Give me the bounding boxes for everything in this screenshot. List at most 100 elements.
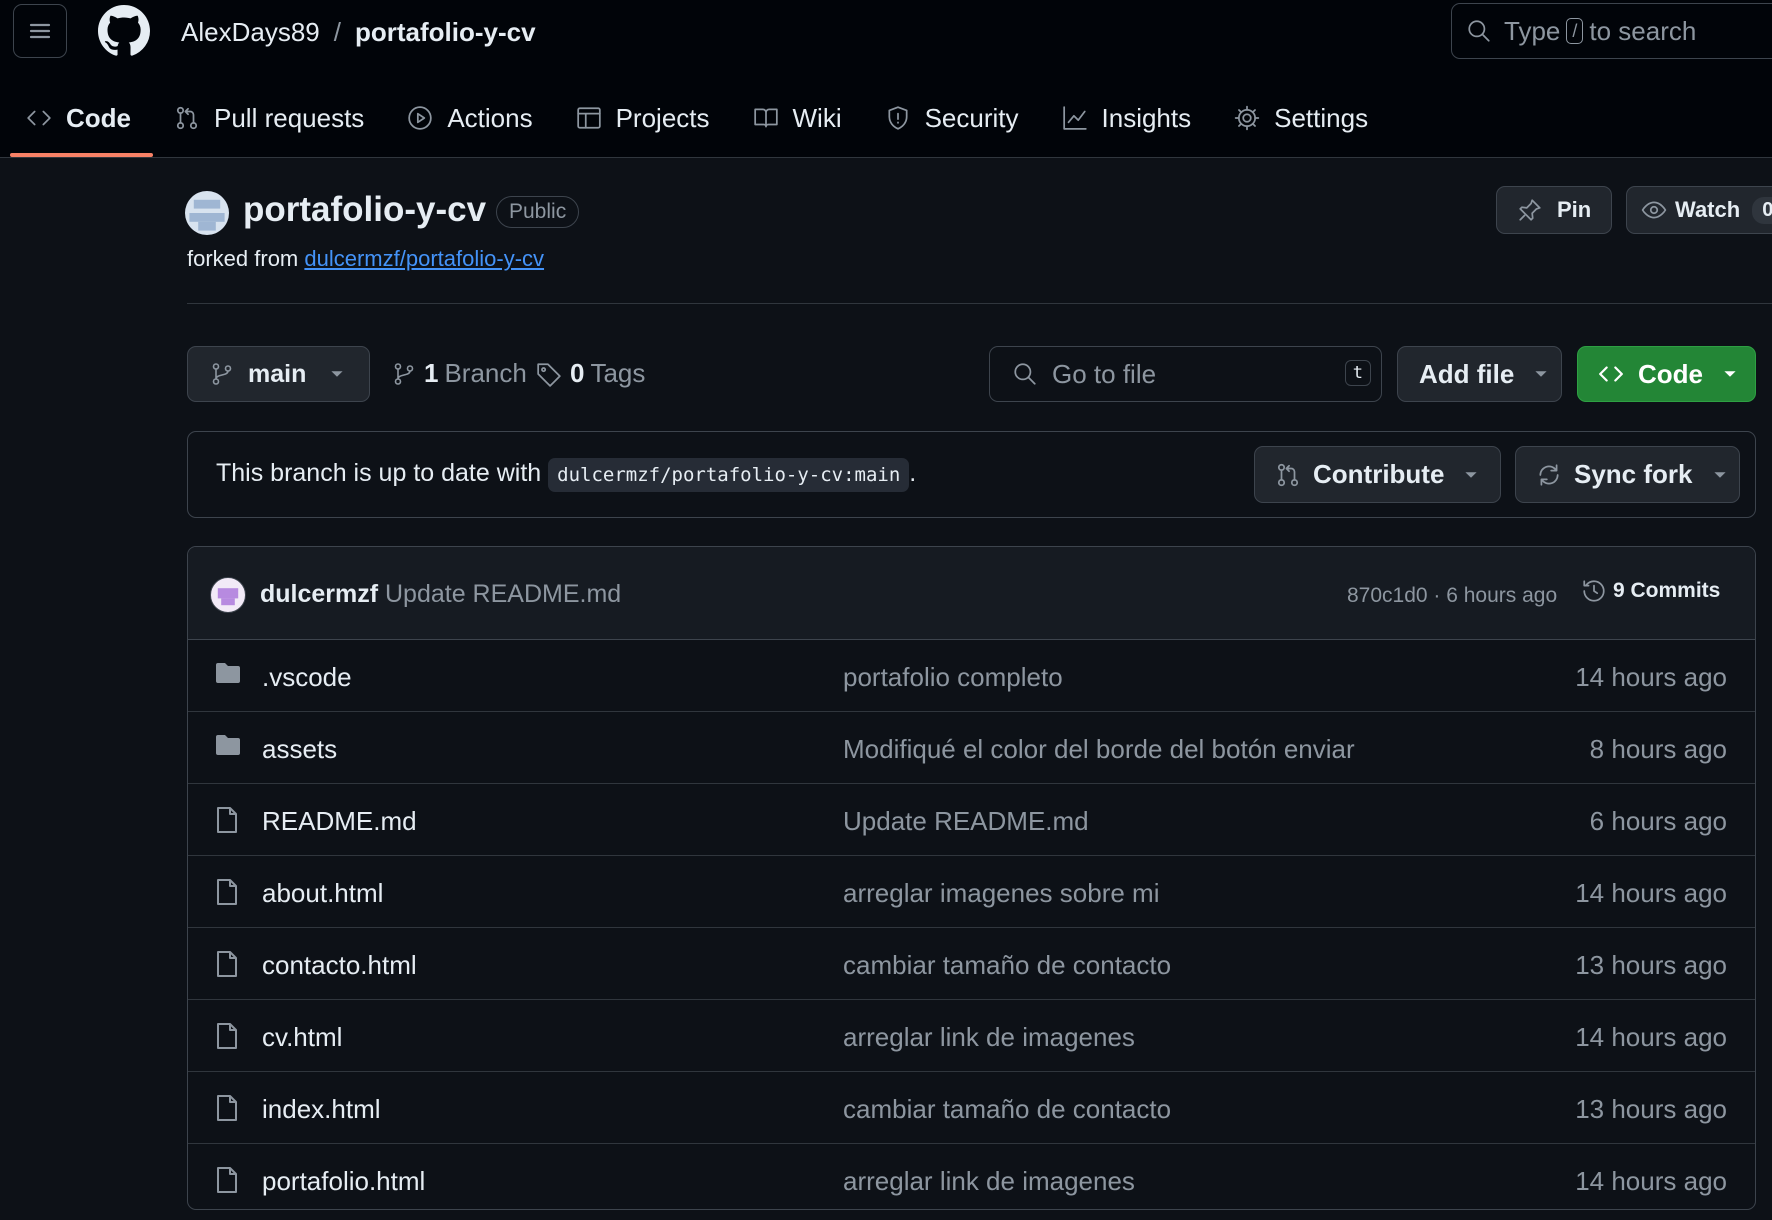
file-name[interactable]: README.md (262, 806, 417, 837)
play-icon (408, 106, 433, 130)
hamburger-icon (29, 23, 51, 39)
go-to-file-input[interactable]: Go to file t (989, 346, 1382, 402)
file-list: .vscode portafolio completo 14 hours ago as… (188, 640, 1755, 1209)
file-name[interactable]: assets (262, 734, 337, 765)
file-commit-time: 14 hours ago (1575, 878, 1727, 908)
commit-author[interactable]: dulcermzf (260, 580, 378, 609)
sync-fork-button[interactable]: Sync fork (1515, 446, 1740, 503)
divider (187, 303, 1772, 304)
file-name[interactable]: portafolio.html (262, 1166, 425, 1197)
tab-actions[interactable]: Actions (407, 92, 554, 144)
file-commit-message[interactable]: arreglar imagenes sobre mi (843, 878, 1159, 909)
sync-icon (1539, 463, 1559, 486)
search-input[interactable]: Type / to search (1451, 3, 1772, 59)
branch-icon (394, 362, 414, 385)
search-icon (1468, 20, 1490, 42)
search-placeholder-prefix: Type (1504, 15, 1561, 46)
file-name[interactable]: contacto.html (262, 950, 417, 981)
tags-link[interactable]: 0 Tags (536, 358, 645, 389)
eye-icon (1641, 201, 1667, 219)
table-row[interactable]: README.md Update README.md 6 hours ago (188, 784, 1755, 856)
file-name[interactable]: .vscode (262, 662, 352, 693)
chevron-down-icon (1535, 371, 1547, 377)
tab-pull-requests[interactable]: Pull requests (174, 92, 386, 144)
table-row[interactable]: cv.html arreglar link de imagenes 14 hours… (188, 1000, 1755, 1072)
branch-count-label: Branch (444, 358, 527, 388)
search-placeholder-suffix: to search (1589, 15, 1697, 46)
identicon-icon (189, 199, 225, 231)
file-commit-time: 14 hours ago (1575, 662, 1727, 692)
file-icon (215, 878, 239, 906)
watch-button[interactable]: Watch 0 (1626, 186, 1772, 234)
repo-title[interactable]: portafolio-y-cv (243, 190, 486, 230)
shield-icon (888, 106, 908, 130)
branch-select[interactable]: main (187, 346, 370, 402)
commit-message[interactable]: Update README.md (385, 580, 621, 609)
file-commit-message[interactable]: cambiar tamaño de contacto (843, 1094, 1171, 1125)
branches-link[interactable]: 1 Branch (392, 358, 527, 389)
tab-security[interactable]: Security (885, 92, 1041, 144)
watch-label: Watch (1675, 197, 1741, 222)
table-row[interactable]: contacto.html cambiar tamaño de contacto 1… (188, 928, 1755, 1000)
repo-owner-avatar[interactable] (185, 191, 229, 235)
file-commit-message[interactable]: arreglar link de imagenes (843, 1022, 1135, 1053)
sync-fork-label: Sync fork (1574, 459, 1693, 489)
table-icon (576, 107, 601, 129)
tab-insights[interactable]: Insights (1062, 92, 1214, 144)
code-button-label: Code (1638, 358, 1703, 389)
menu-button[interactable] (13, 4, 67, 58)
add-file-button[interactable]: Add file (1397, 346, 1562, 402)
file-commit-time: 14 hours ago (1575, 1022, 1727, 1052)
code-button[interactable]: Code (1577, 346, 1756, 402)
code-icon (1599, 366, 1623, 382)
file-name[interactable]: index.html (262, 1094, 381, 1125)
table-row[interactable]: .vscode portafolio completo 14 hours ago (188, 640, 1755, 712)
pin-button[interactable]: Pin (1496, 186, 1612, 234)
chevron-down-icon (1465, 471, 1478, 478)
table-row[interactable]: assets Modifiqué el color del borde del b… (188, 712, 1755, 784)
file-commit-message[interactable]: Update README.md (843, 806, 1089, 837)
graph-icon (1062, 106, 1087, 130)
tab-code[interactable]: Code (10, 92, 153, 157)
tag-count: 0 (570, 358, 585, 388)
avatar[interactable] (210, 577, 246, 613)
go-to-file-placeholder: Go to file (1052, 358, 1157, 389)
tab-label: Actions (447, 102, 533, 133)
fork-status-text: This branch is up to date with dulcermzf… (216, 458, 916, 492)
owner-link[interactable]: AlexDays89 (181, 17, 320, 48)
tab-label: Insights (1101, 102, 1192, 133)
github-logo-icon[interactable] (98, 5, 150, 57)
tab-label: Pull requests (214, 102, 365, 133)
pin-label: Pin (1557, 197, 1592, 222)
pull-request-icon (176, 106, 198, 130)
file-commit-message[interactable]: Modifiqué el color del borde del botón e… (843, 734, 1355, 765)
table-row[interactable]: index.html cambiar tamaño de contacto 13 h… (188, 1072, 1755, 1144)
table-row[interactable]: portafolio.html arreglar link de imagenes… (188, 1144, 1755, 1209)
fork-status-message: This branch is up to date with (216, 459, 542, 487)
chevron-down-icon (331, 371, 343, 377)
file-commit-time: 6 hours ago (1589, 806, 1727, 836)
breadcrumb-separator: / (333, 17, 341, 47)
tab-projects[interactable]: Projects (576, 92, 732, 144)
forked-from-text: forked from dulcermzf/portafolio-y-cv (187, 246, 544, 272)
file-icon (215, 950, 239, 978)
code-icon (27, 110, 51, 126)
tag-count-label: Tags (590, 358, 646, 388)
contribute-label: Contribute (1313, 459, 1445, 489)
file-name[interactable]: cv.html (262, 1022, 342, 1053)
tab-wiki[interactable]: Wiki (753, 92, 864, 144)
commit-hash-time[interactable]: 870c1d0 · 6 hours ago (1347, 584, 1557, 608)
file-name[interactable]: about.html (262, 878, 383, 909)
table-row[interactable]: about.html arreglar imagenes sobre mi 14 h… (188, 856, 1755, 928)
file-commit-message[interactable]: arreglar link de imagenes (843, 1166, 1135, 1197)
global-header: AlexDays89 / portafolio-y-cv Type / to s… (0, 0, 1772, 158)
forked-source-link[interactable]: dulcermzf/portafolio-y-cv (304, 246, 544, 271)
commits-link[interactable]: 9 Commits (1581, 578, 1720, 604)
file-commit-message[interactable]: portafolio completo (843, 662, 1063, 693)
tab-label: Projects (615, 102, 710, 133)
file-commit-message[interactable]: cambiar tamaño de contacto (843, 950, 1171, 981)
file-commit-time: 8 hours ago (1589, 734, 1727, 764)
tab-settings[interactable]: Settings (1234, 92, 1390, 144)
contribute-button[interactable]: Contribute (1254, 446, 1501, 503)
repo-link[interactable]: portafolio-y-cv (355, 17, 536, 48)
